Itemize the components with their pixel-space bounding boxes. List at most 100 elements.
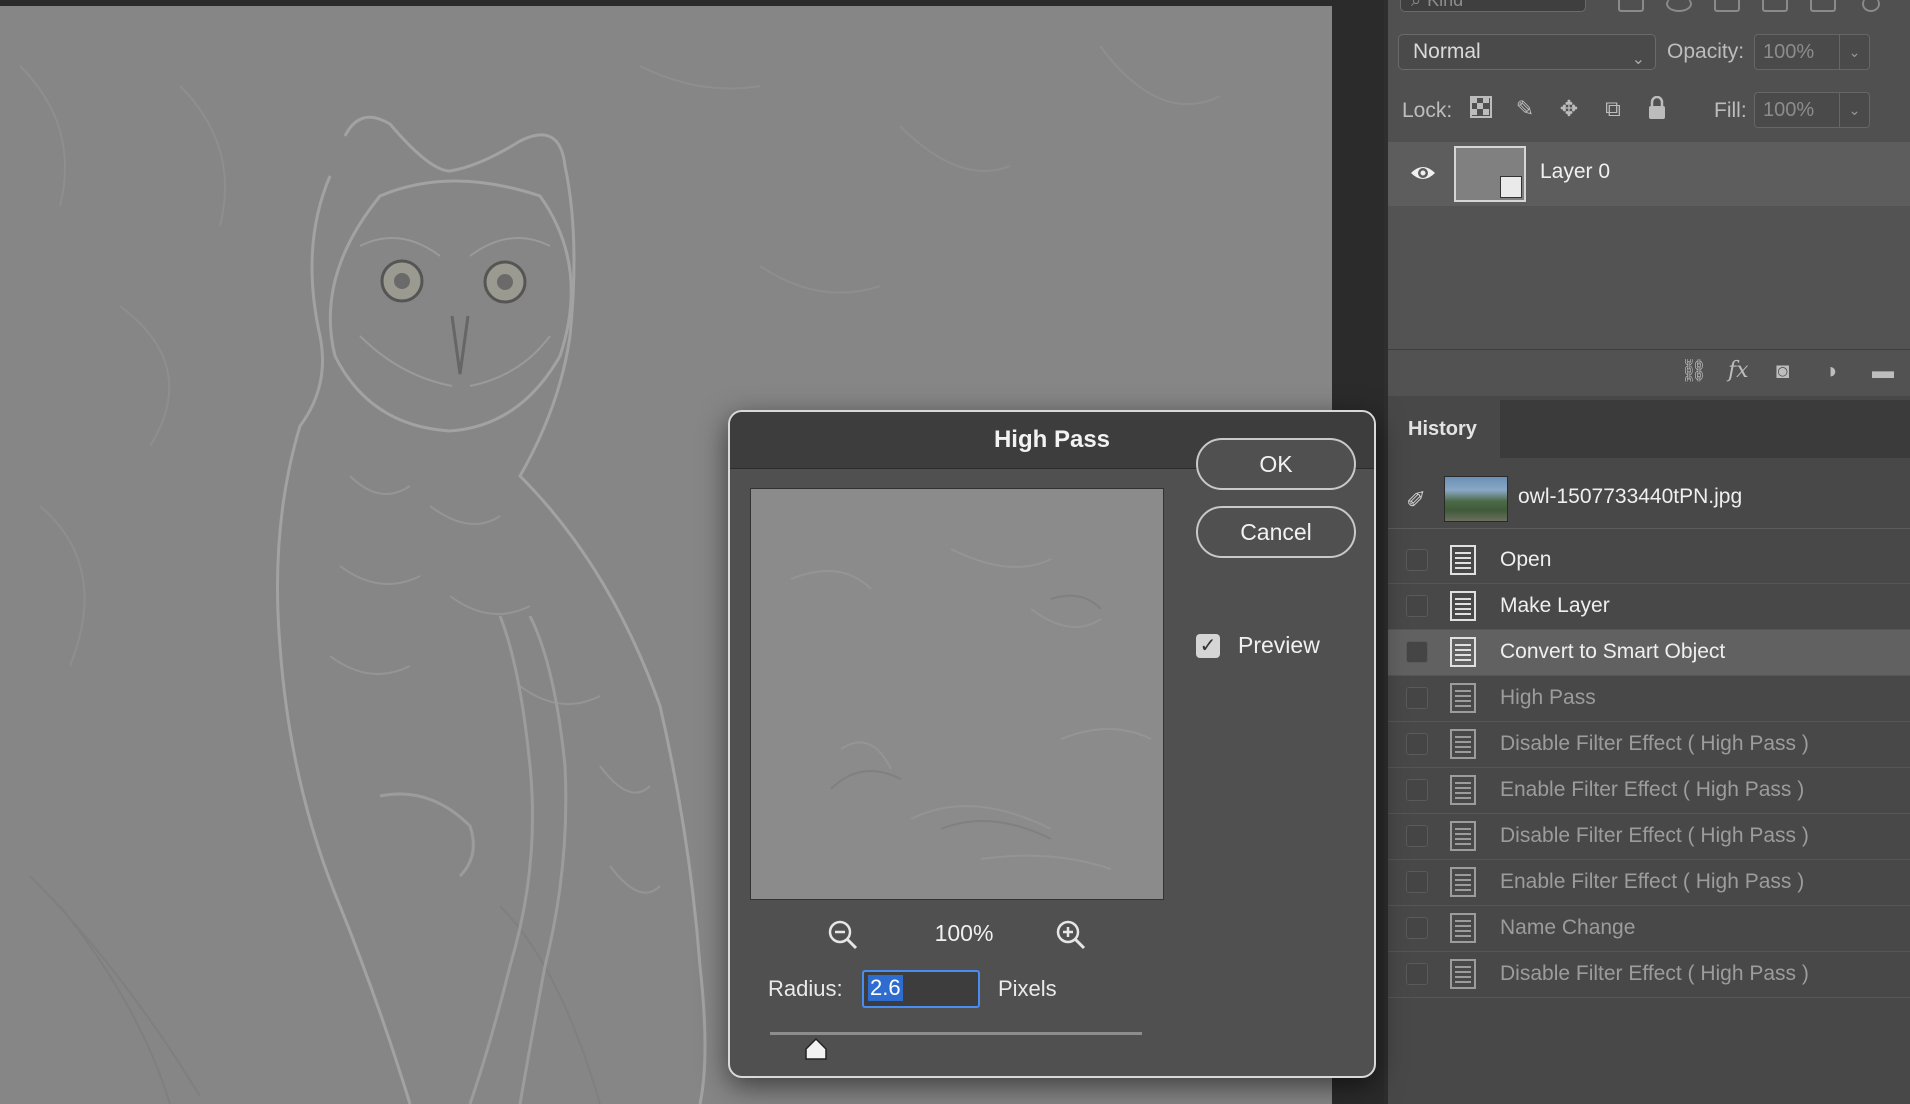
document-icon	[1450, 591, 1476, 621]
history-panel: History ✐ owl-1507733440tPN.jpg Open Make…	[1388, 400, 1910, 1104]
history-item[interactable]: High Pass	[1388, 676, 1910, 722]
history-checkbox[interactable]	[1406, 641, 1428, 663]
pixel-layer-filter-icon[interactable]	[1618, 0, 1644, 12]
blend-mode-select[interactable]: Normal ⌄	[1398, 34, 1656, 70]
document-icon	[1450, 683, 1476, 713]
lock-image-pixels-icon[interactable]: ✎	[1512, 96, 1538, 122]
history-checkbox[interactable]	[1406, 825, 1428, 847]
history-checkbox[interactable]	[1406, 779, 1428, 801]
blend-mode-value: Normal	[1413, 40, 1481, 63]
document-icon	[1450, 775, 1476, 805]
layer-row-layer-0[interactable]: Layer 0	[1388, 142, 1910, 206]
filter-preview-pane[interactable]	[750, 488, 1164, 900]
history-item[interactable]: Disable Filter Effect ( High Pass )	[1388, 722, 1910, 768]
chevron-down-icon: ⌄	[1631, 51, 1645, 68]
opacity-input[interactable]: 100%	[1754, 34, 1840, 70]
snapshot-thumbnail	[1444, 476, 1508, 522]
add-mask-icon[interactable]: ◙	[1776, 358, 1789, 384]
history-item-label: Convert to Smart Object	[1500, 640, 1726, 663]
tab-history[interactable]: History	[1388, 400, 1500, 458]
filter-toggle-icon[interactable]	[1862, 0, 1880, 12]
radius-value[interactable]: 2.6	[868, 975, 903, 1001]
lock-all-icon[interactable]	[1644, 95, 1670, 122]
smart-object-badge-icon	[1500, 176, 1522, 198]
history-item[interactable]: Enable Filter Effect ( High Pass )	[1388, 768, 1910, 814]
zoom-in-icon[interactable]	[1054, 918, 1088, 952]
right-panels: ⌕ Kind Normal ⌄ Opacity: 100% ⌄ Lock: ✎ ✥…	[1384, 0, 1910, 1104]
history-item-label: High Pass	[1500, 686, 1596, 709]
layers-list-empty-area	[1388, 206, 1910, 349]
new-group-icon[interactable]: ▬	[1872, 358, 1894, 384]
document-icon	[1450, 545, 1476, 575]
kind-label: Kind	[1427, 0, 1464, 10]
layer-name[interactable]: Layer 0	[1540, 160, 1610, 184]
history-item-label: Disable Filter Effect ( High Pass )	[1500, 732, 1809, 755]
history-checkbox[interactable]	[1406, 871, 1428, 893]
link-layers-icon[interactable]: ⛓	[1680, 358, 1708, 384]
history-item[interactable]: Name Change	[1388, 906, 1910, 952]
layer-filter-kind-select[interactable]: ⌕ Kind	[1400, 0, 1586, 12]
history-checkbox[interactable]	[1406, 733, 1428, 755]
fill-dropdown[interactable]: ⌄	[1840, 92, 1870, 128]
history-checkbox[interactable]	[1406, 595, 1428, 617]
layer-thumbnail[interactable]	[1454, 146, 1526, 202]
adjustment-layer-filter-icon[interactable]	[1666, 0, 1692, 12]
document-icon	[1450, 821, 1476, 851]
history-item[interactable]: Make Layer	[1388, 584, 1910, 630]
document-icon	[1450, 729, 1476, 759]
adjustment-layer-icon[interactable]: ◑	[1824, 358, 1837, 384]
lock-position-icon[interactable]: ✥	[1556, 96, 1582, 122]
history-checkbox[interactable]	[1406, 549, 1428, 571]
history-checkbox[interactable]	[1406, 917, 1428, 939]
type-layer-filter-icon[interactable]	[1714, 0, 1740, 12]
history-brush-source-icon[interactable]: ✐	[1406, 486, 1426, 515]
radius-input[interactable]: 2.6	[862, 970, 980, 1008]
cancel-button[interactable]: Cancel	[1196, 506, 1356, 558]
radius-slider-thumb[interactable]	[804, 1037, 828, 1060]
lock-artboard-icon[interactable]: ⧉	[1600, 96, 1626, 122]
history-tab-bar: History	[1388, 400, 1910, 458]
history-item[interactable]: Convert to Smart Object	[1388, 630, 1910, 676]
history-item-label: Open	[1500, 548, 1552, 571]
zoom-level: 100%	[934, 920, 994, 946]
eye-visibility-icon[interactable]	[1410, 162, 1436, 184]
history-item-label: Disable Filter Effect ( High Pass )	[1500, 962, 1809, 985]
document-icon	[1450, 867, 1476, 897]
history-snapshot-row[interactable]: ✐ owl-1507733440tPN.jpg	[1388, 470, 1910, 529]
search-icon: ⌕	[1411, 0, 1422, 10]
layers-footer-toolbar: ⛓ fx ◙ ◑ ▬	[1388, 349, 1910, 396]
history-item-label: Make Layer	[1500, 594, 1610, 617]
radius-label: Radius:	[768, 976, 843, 1001]
document-icon	[1450, 959, 1476, 989]
radius-slider-track[interactable]	[770, 1032, 1142, 1035]
history-item[interactable]: Disable Filter Effect ( High Pass )	[1388, 952, 1910, 998]
fill-label: Fill:	[1714, 99, 1747, 122]
document-icon	[1450, 913, 1476, 943]
opacity-label: Opacity:	[1667, 40, 1745, 63]
document-icon	[1450, 637, 1476, 667]
history-item-label: Enable Filter Effect ( High Pass )	[1500, 870, 1805, 893]
opacity-dropdown[interactable]: ⌄	[1840, 34, 1870, 70]
zoom-out-icon[interactable]	[826, 918, 860, 952]
snapshot-name: owl-1507733440tPN.jpg	[1518, 485, 1743, 508]
fill-input[interactable]: 100%	[1754, 92, 1840, 128]
history-item[interactable]: Open	[1388, 538, 1910, 584]
history-item[interactable]: Enable Filter Effect ( High Pass )	[1388, 860, 1910, 906]
history-checkbox[interactable]	[1406, 963, 1428, 985]
shape-layer-filter-icon[interactable]	[1762, 0, 1788, 12]
history-item-label: Name Change	[1500, 916, 1636, 939]
lock-transparent-pixels-icon[interactable]	[1468, 96, 1494, 122]
preview-label: Preview	[1238, 632, 1320, 658]
history-item-label: Enable Filter Effect ( High Pass )	[1500, 778, 1805, 801]
lock-label: Lock:	[1402, 99, 1453, 122]
history-item-label: Disable Filter Effect ( High Pass )	[1500, 824, 1809, 847]
high-pass-dialog: High Pass OK Cancel ✓ Preview 100% Radiu…	[728, 410, 1376, 1078]
smart-object-filter-icon[interactable]	[1810, 0, 1836, 12]
history-item[interactable]: Disable Filter Effect ( High Pass )	[1388, 814, 1910, 860]
history-checkbox[interactable]	[1406, 687, 1428, 709]
radius-unit-label: Pixels	[998, 976, 1057, 1001]
fx-icon[interactable]: fx	[1728, 358, 1749, 383]
preview-checkbox[interactable]: ✓	[1196, 634, 1220, 658]
ok-button[interactable]: OK	[1196, 438, 1356, 490]
layers-panel: ⌕ Kind Normal ⌄ Opacity: 100% ⌄ Lock: ✎ ✥…	[1388, 0, 1910, 396]
